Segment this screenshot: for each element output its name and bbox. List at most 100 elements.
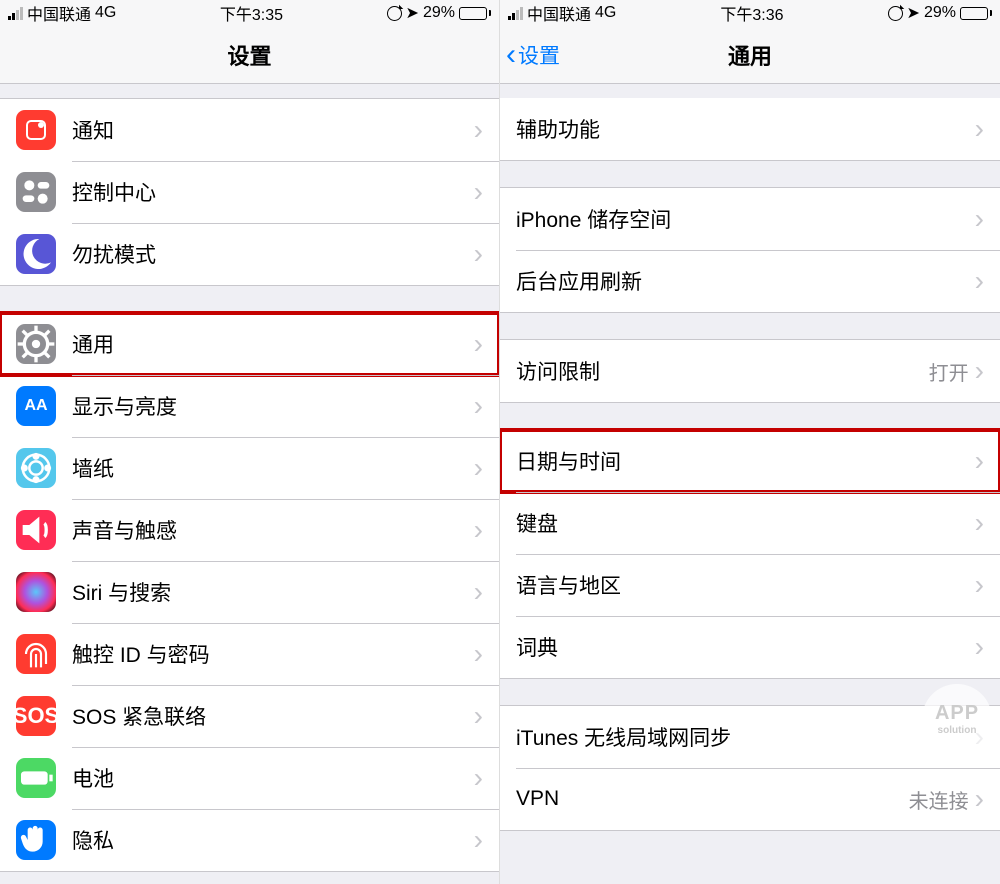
- row-detail: 未连接: [909, 785, 969, 814]
- gear-icon: [16, 324, 56, 364]
- row-label: 隐私: [72, 825, 474, 855]
- siri-icon: [16, 572, 56, 612]
- chevron-right-icon: ›: [975, 785, 984, 813]
- hand-icon: [16, 820, 56, 860]
- row-do-not-disturb[interactable]: 勿扰模式 ›: [0, 223, 499, 285]
- speaker-icon: [16, 510, 56, 550]
- row-wallpaper[interactable]: 墙纸 ›: [0, 437, 499, 499]
- notifications-icon: [16, 110, 56, 150]
- display-icon: AA: [16, 386, 56, 426]
- row-accessibility[interactable]: 辅助功能 ›: [500, 98, 1000, 160]
- chevron-right-icon: ›: [474, 240, 483, 268]
- row-touchid[interactable]: 触控 ID 与密码 ›: [0, 623, 499, 685]
- carrier-label: 中国联通: [527, 1, 591, 25]
- location-icon: ➤: [907, 3, 920, 23]
- row-label: VPN: [516, 787, 909, 811]
- row-sounds[interactable]: 声音与触感 ›: [0, 499, 499, 561]
- settings-list[interactable]: 通知 › 控制中心 › 勿扰模式 › 通用 ›: [0, 84, 499, 884]
- clock-label: 下午3:35: [220, 1, 283, 25]
- sync-icon: [387, 6, 402, 21]
- row-restrictions[interactable]: 访问限制 打开 ›: [500, 340, 1000, 402]
- back-button[interactable]: ‹ 设置: [500, 40, 560, 70]
- row-bg-refresh[interactable]: 后台应用刷新 ›: [500, 250, 1000, 312]
- row-label: Siri 与搜索: [72, 577, 474, 607]
- page-title: 通用: [500, 39, 1000, 71]
- battery-pct: 29%: [924, 4, 956, 22]
- chevron-right-icon: ›: [474, 640, 483, 668]
- sync-icon: [888, 6, 903, 21]
- row-label: 控制中心: [72, 177, 474, 207]
- row-battery[interactable]: 电池 ›: [0, 747, 499, 809]
- general-screen: 中国联通 4G 下午3:36 ➤ 29% ‹ 设置 通用 辅助功能 ›: [500, 0, 1000, 884]
- row-label: 墙纸: [72, 453, 474, 483]
- fingerprint-icon: [16, 634, 56, 674]
- chevron-right-icon: ›: [975, 115, 984, 143]
- chevron-right-icon: ›: [474, 826, 483, 854]
- signal-icon: [508, 7, 523, 20]
- chevron-right-icon: ›: [975, 357, 984, 385]
- row-control-center[interactable]: 控制中心 ›: [0, 161, 499, 223]
- row-label: 词典: [516, 632, 975, 662]
- row-display[interactable]: AA 显示与亮度 ›: [0, 375, 499, 437]
- chevron-right-icon: ›: [474, 392, 483, 420]
- chevron-right-icon: ›: [975, 571, 984, 599]
- network-label: 4G: [595, 4, 616, 22]
- row-label: 日期与时间: [516, 446, 975, 476]
- control-center-icon: [16, 172, 56, 212]
- moon-icon: [16, 234, 56, 274]
- signal-icon: [8, 7, 23, 20]
- row-label: 显示与亮度: [72, 391, 474, 421]
- row-vpn[interactable]: VPN 未连接 ›: [500, 768, 1000, 830]
- settings-screen: 中国联通 4G 下午3:35 ➤ 29% 设置 通知 ›: [0, 0, 500, 884]
- chevron-right-icon: ›: [474, 116, 483, 144]
- row-label: 访问限制: [516, 356, 929, 386]
- row-siri[interactable]: Siri 与搜索 ›: [0, 561, 499, 623]
- row-dictionary[interactable]: 词典 ›: [500, 616, 1000, 678]
- carrier-label: 中国联通: [27, 1, 91, 25]
- row-detail: 打开: [929, 357, 969, 386]
- row-label: 声音与触感: [72, 515, 474, 545]
- row-storage[interactable]: iPhone 储存空间 ›: [500, 188, 1000, 250]
- row-label: 通知: [72, 115, 474, 145]
- row-privacy[interactable]: 隐私 ›: [0, 809, 499, 871]
- row-notifications[interactable]: 通知 ›: [0, 99, 499, 161]
- page-title: 设置: [0, 39, 499, 71]
- row-label: 后台应用刷新: [516, 266, 975, 296]
- status-bar: 中国联通 4G 下午3:35 ➤ 29%: [0, 0, 499, 26]
- chevron-right-icon: ›: [975, 205, 984, 233]
- row-label: 勿扰模式: [72, 239, 474, 269]
- row-label: 通用: [72, 329, 474, 359]
- row-label: iTunes 无线局域网同步: [516, 722, 975, 752]
- battery-icon: [960, 7, 992, 20]
- general-list[interactable]: 辅助功能 › iPhone 储存空间 › 后台应用刷新 › 访问限制 打开: [500, 84, 1000, 884]
- chevron-right-icon: ›: [975, 633, 984, 661]
- chevron-right-icon: ›: [474, 702, 483, 730]
- battery-pct: 29%: [423, 4, 455, 22]
- battery-icon: [16, 758, 56, 798]
- network-label: 4G: [95, 4, 116, 22]
- row-label: 语言与地区: [516, 570, 975, 600]
- chevron-right-icon: ›: [474, 516, 483, 544]
- chevron-right-icon: ›: [975, 509, 984, 537]
- back-label: 设置: [518, 40, 560, 70]
- sos-icon: SOS: [16, 696, 56, 736]
- chevron-right-icon: ›: [474, 764, 483, 792]
- location-icon: ➤: [406, 3, 419, 23]
- row-lang-region[interactable]: 语言与地区 ›: [500, 554, 1000, 616]
- row-keyboard[interactable]: 键盘 ›: [500, 492, 1000, 554]
- row-itunes-wifi-sync[interactable]: iTunes 无线局域网同步 ›: [500, 706, 1000, 768]
- battery-icon: [459, 7, 491, 20]
- row-date-time[interactable]: 日期与时间 ›: [500, 430, 1000, 492]
- chevron-left-icon: ‹: [506, 40, 516, 70]
- row-label: 键盘: [516, 508, 975, 538]
- clock-label: 下午3:36: [720, 1, 783, 25]
- row-label: 触控 ID 与密码: [72, 639, 474, 669]
- chevron-right-icon: ›: [474, 178, 483, 206]
- row-general[interactable]: 通用 ›: [0, 313, 499, 375]
- wallpaper-icon: [16, 448, 56, 488]
- chevron-right-icon: ›: [474, 330, 483, 358]
- chevron-right-icon: ›: [474, 454, 483, 482]
- row-sos[interactable]: SOS SOS 紧急联络 ›: [0, 685, 499, 747]
- row-label: 辅助功能: [516, 114, 975, 144]
- row-label: 电池: [72, 763, 474, 793]
